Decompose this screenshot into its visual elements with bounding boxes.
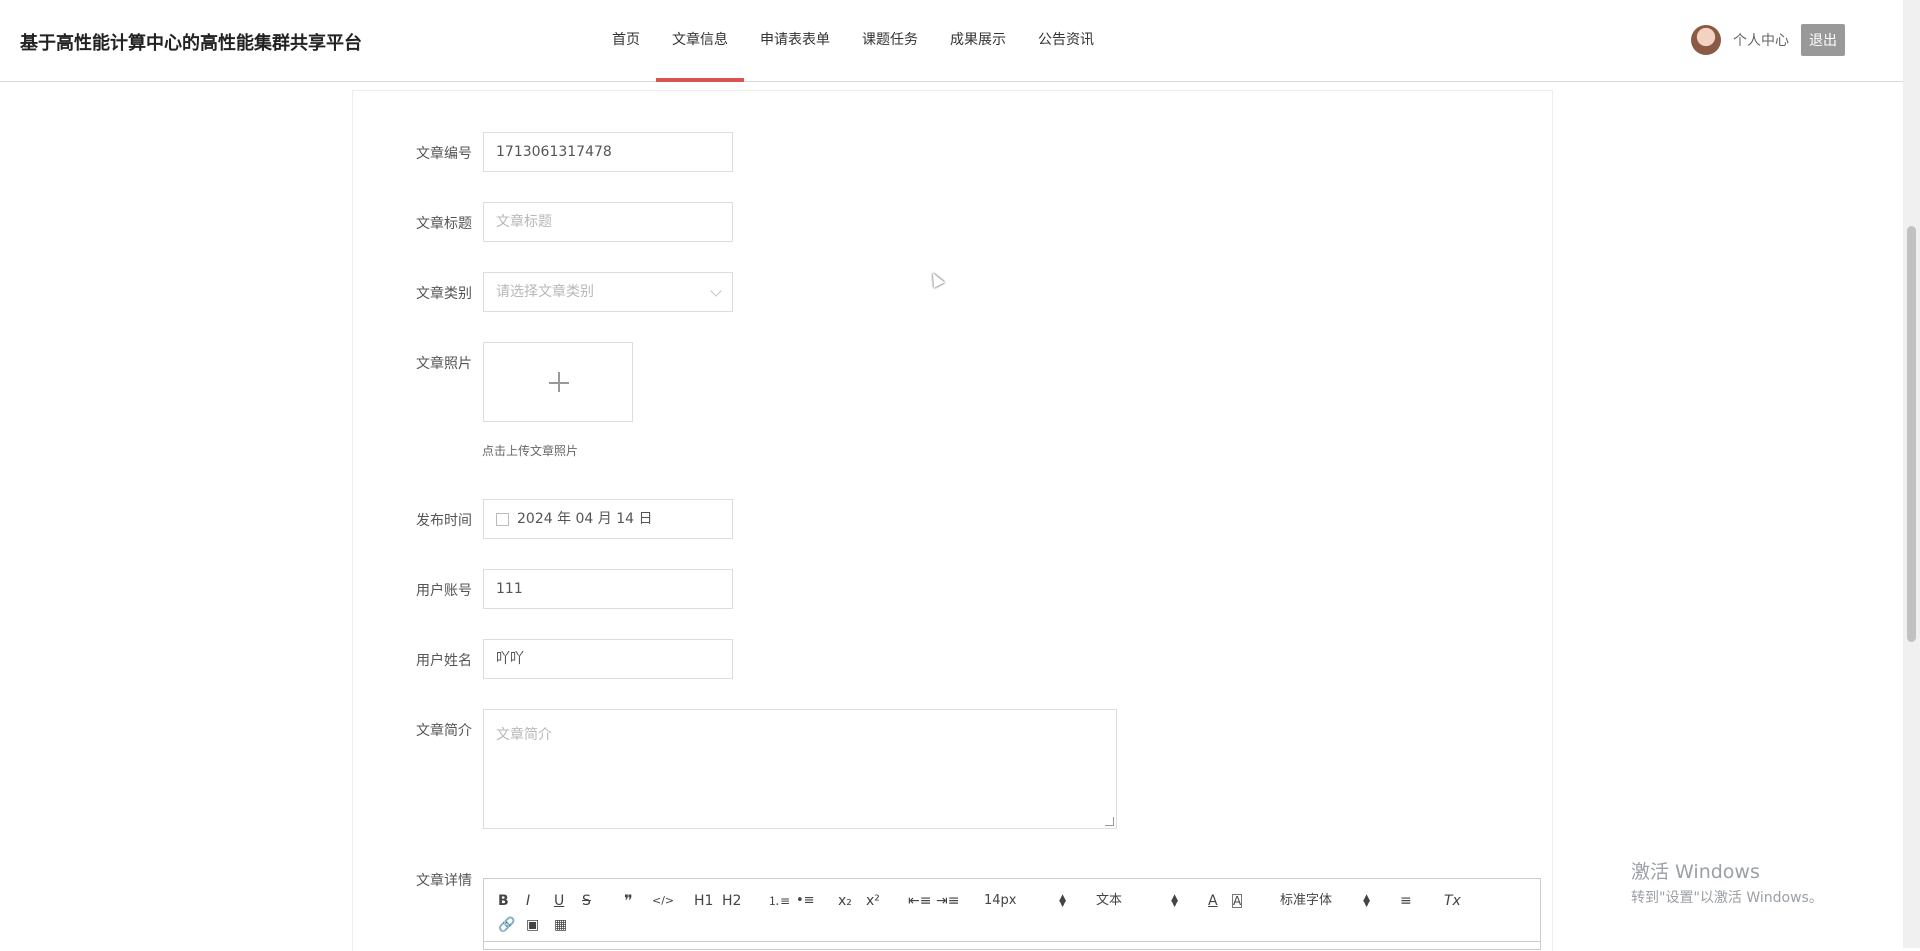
underline-button[interactable]: U — [554, 891, 564, 911]
nav-announcements[interactable]: 公告资讯 — [1022, 0, 1110, 81]
quote-button[interactable]: ❞ — [624, 891, 633, 911]
sort-arrows-icon: ▲ ▼ — [1171, 893, 1178, 909]
indent-icon[interactable]: ⇥≡ — [936, 891, 959, 911]
title-input[interactable]: 文章标题 — [483, 202, 733, 242]
site-title: 基于高性能计算中心的高性能集群共享平台 — [20, 33, 362, 54]
superscript-button[interactable]: x² — [866, 891, 880, 911]
publish-time-value: 2024 年 04 月 14 日 — [517, 511, 653, 527]
title-label: 文章标题 — [416, 216, 472, 232]
watermark-line1: 激活 Windows — [1631, 861, 1760, 883]
user-account-input[interactable]: 111 — [483, 569, 733, 609]
font-family-select[interactable]: 标准字体 ▲ ▼ — [1280, 891, 1370, 911]
nav-application-form[interactable]: 申请表表单 — [744, 0, 846, 81]
font-size-value: 14px — [984, 893, 1017, 908]
page-scrollbar[interactable] — [1903, 0, 1920, 948]
avatar[interactable] — [1691, 25, 1721, 55]
nav-article-info[interactable]: 文章信息 — [656, 0, 744, 82]
editor-divider — [484, 941, 1540, 942]
publish-time-picker[interactable]: 2024 年 04 月 14 日 — [483, 499, 733, 539]
logout-button[interactable]: 退出 — [1801, 24, 1845, 56]
subscript-button[interactable]: x₂ — [838, 891, 852, 911]
photo-upload-hint: 点击上传文章照片 — [482, 444, 579, 458]
detail-label: 文章详情 — [416, 873, 472, 889]
nav-achievements[interactable]: 成果展示 — [934, 0, 1022, 81]
h2-button[interactable]: H2 — [722, 891, 741, 911]
article-no-input[interactable]: 1713061317478 — [483, 132, 733, 172]
clear-format-button[interactable]: Tx — [1444, 891, 1461, 911]
top-navbar: 基于高性能计算中心的高性能集群共享平台 首页 文章信息 申请表表单 课题任务 成… — [0, 0, 1903, 82]
article-no-label: 文章编号 — [416, 146, 472, 162]
align-left-icon[interactable]: ≡ — [1400, 891, 1412, 911]
title-placeholder: 文章标题 — [496, 214, 552, 230]
summary-textarea[interactable]: 文章简介 — [483, 709, 1117, 829]
plus-icon-vertical — [558, 372, 560, 392]
outdent-icon[interactable]: ⇤≡ — [908, 891, 931, 911]
bullet-list-icon[interactable]: •≡ — [796, 891, 815, 911]
chevron-down-icon — [710, 285, 722, 297]
h1-button[interactable]: H1 — [694, 891, 713, 911]
format-select[interactable]: 文本 ▲ ▼ — [1096, 891, 1178, 911]
watermark-line2: 转到"设置"以激活 Windows。 — [1631, 890, 1823, 906]
nav-home[interactable]: 首页 — [596, 0, 656, 81]
user-name-input[interactable]: 吖吖 — [483, 639, 733, 679]
font-family-value: 标准字体 — [1280, 893, 1333, 908]
category-placeholder: 请选择文章类别 — [496, 284, 594, 300]
sort-arrows-icon: ▲ ▼ — [1363, 893, 1370, 909]
strike-button[interactable]: S — [582, 891, 591, 911]
publish-time-label: 发布时间 — [416, 513, 472, 529]
summary-placeholder: 文章简介 — [496, 727, 552, 743]
user-name-label: 用户姓名 — [416, 653, 472, 669]
ordered-list-icon[interactable]: ⒈≡ — [768, 891, 790, 911]
link-icon[interactable]: 🔗 — [498, 915, 515, 935]
photo-label: 文章照片 — [416, 356, 472, 372]
sort-arrows-icon: ▲ ▼ — [1059, 893, 1066, 909]
windows-activation-watermark: 激活 Windows 转到"设置"以激活 Windows。 — [1631, 862, 1823, 907]
scrollbar-thumb[interactable] — [1907, 226, 1916, 642]
category-select[interactable]: 请选择文章类别 — [483, 272, 733, 312]
rich-text-editor: B I U S ❞ </> H1 H2 ⒈≡ •≡ x₂ x² ⇤≡ ⇥≡ 14… — [483, 878, 1541, 950]
font-size-select[interactable]: 14px ▲ ▼ — [984, 891, 1066, 911]
summary-label: 文章简介 — [416, 723, 472, 739]
user-account-label: 用户账号 — [416, 583, 472, 599]
format-value: 文本 — [1096, 893, 1123, 908]
bold-button[interactable]: B — [498, 891, 509, 911]
background-color-icon[interactable]: A — [1232, 894, 1243, 908]
photo-upload[interactable] — [483, 342, 633, 422]
image-icon[interactable]: ▣ — [526, 915, 539, 935]
italic-button[interactable]: I — [526, 891, 530, 911]
user-center-link[interactable]: 个人中心 — [1733, 30, 1789, 50]
text-color-icon[interactable]: A — [1208, 891, 1218, 911]
video-icon[interactable]: ▦ — [554, 915, 567, 935]
calendar-icon — [496, 512, 509, 526]
code-button[interactable]: </> — [652, 891, 674, 911]
main-nav: 首页 文章信息 申请表表单 课题任务 成果展示 公告资讯 — [596, 0, 1110, 82]
category-label: 文章类别 — [416, 286, 472, 302]
nav-topic-tasks[interactable]: 课题任务 — [846, 0, 934, 81]
user-area: 个人中心 退出 — [1691, 24, 1845, 56]
resize-handle-icon[interactable] — [1105, 817, 1114, 826]
